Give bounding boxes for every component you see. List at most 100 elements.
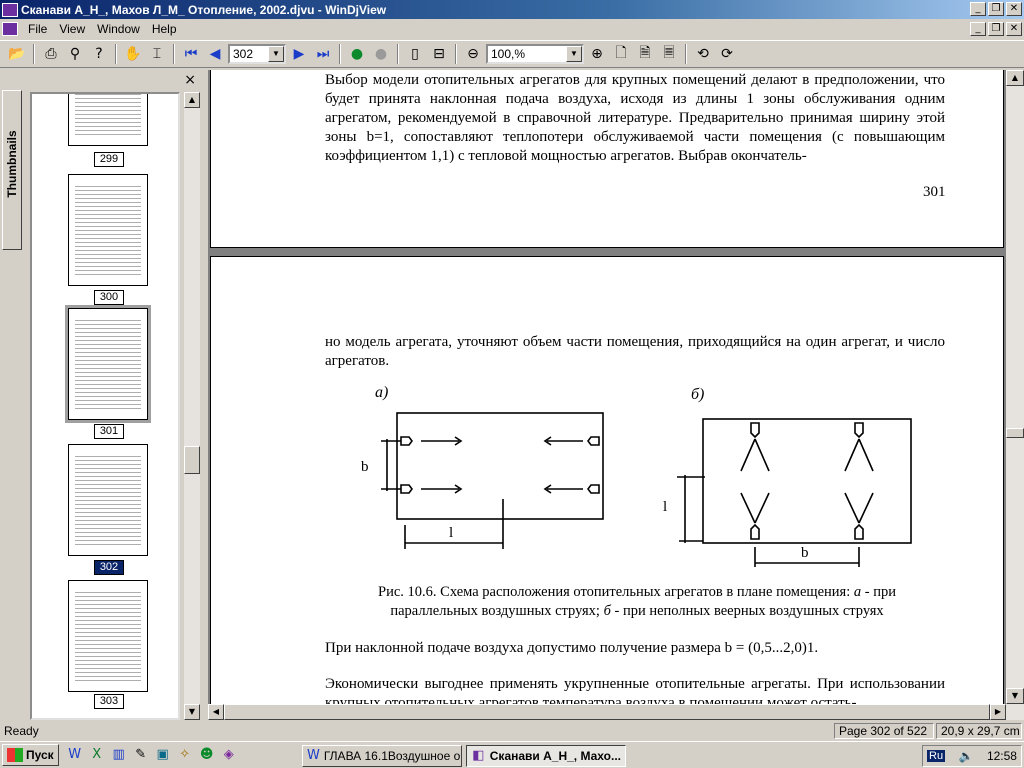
select-tool-icon[interactable]: ⌶ bbox=[146, 43, 168, 65]
clock[interactable]: 12:58 bbox=[987, 749, 1017, 763]
system-tray: Ru 🔈 12:58 bbox=[922, 745, 1022, 767]
scroll-right-icon[interactable]: ▶ bbox=[990, 704, 1006, 720]
graphics-icon[interactable]: ◈ bbox=[221, 747, 237, 763]
scroll-thumb[interactable] bbox=[1006, 428, 1024, 438]
thumbnail-label-selected[interactable]: 302 bbox=[94, 560, 124, 575]
scroll-down-icon[interactable]: ▼ bbox=[1006, 688, 1024, 704]
caption-suffix: - при неполных веерных воздушных струях bbox=[610, 603, 884, 619]
find-icon[interactable]: ⚲ bbox=[64, 43, 86, 65]
fit-width-icon[interactable]: 🗎 bbox=[634, 43, 656, 65]
word-icon[interactable]: W bbox=[67, 747, 83, 763]
media-icon[interactable]: ▣ bbox=[155, 747, 171, 763]
document-horizontal-scrollbar[interactable]: ◀ ▶ bbox=[208, 704, 1006, 720]
zoom-value: 100,% bbox=[491, 47, 526, 61]
task-windjview[interactable]: ◧ Сканави А_Н_, Махо... bbox=[466, 745, 626, 767]
help-icon[interactable]: ? bbox=[88, 43, 110, 65]
back-icon[interactable]: ● bbox=[346, 43, 368, 65]
chevron-down-icon[interactable]: ▼ bbox=[268, 46, 284, 62]
toolbar-separator bbox=[33, 44, 35, 64]
reader-icon[interactable]: ▥ bbox=[111, 747, 127, 763]
thumbnail-301[interactable] bbox=[65, 305, 151, 423]
thumbnail-text-lines bbox=[75, 94, 141, 137]
page-number: 301 bbox=[923, 184, 946, 200]
open-folder-icon[interactable]: 📂 bbox=[6, 43, 28, 65]
task-word-document[interactable]: W ГЛАВА 16.1Воздушное о... bbox=[302, 745, 462, 767]
last-page-icon[interactable]: ⏭ bbox=[312, 43, 334, 65]
rotate-left-icon[interactable]: ⟲ bbox=[692, 43, 714, 65]
thumbnails-panel: × 299 300 301 302 303 ▲ ▼ bbox=[24, 70, 204, 720]
menu-view[interactable]: View bbox=[53, 22, 91, 36]
document-page-301: Выбор модели отопительных агрегатов для … bbox=[210, 70, 1004, 248]
page-paragraph: но модель агрегата, уточняют объем части… bbox=[325, 334, 945, 369]
zoom-combo[interactable]: 100,% ▼ bbox=[486, 44, 584, 64]
tab-thumbnails[interactable]: Thumbnails bbox=[2, 90, 22, 250]
minimize-button[interactable]: _ bbox=[970, 2, 986, 16]
doc-restore-button[interactable]: ❐ bbox=[988, 22, 1004, 36]
forward-icon[interactable]: ● bbox=[370, 43, 392, 65]
fit-height-icon[interactable]: 🗏 bbox=[658, 43, 680, 65]
thumbnail-label[interactable]: 303 bbox=[94, 694, 124, 709]
figure-heater-layout: а) b l б) l b bbox=[361, 384, 912, 567]
doc-minimize-button[interactable]: _ bbox=[970, 22, 986, 36]
messenger-icon[interactable]: ☻ bbox=[199, 747, 215, 763]
thumbnail-302[interactable] bbox=[68, 444, 148, 556]
zoom-in-icon[interactable]: ⊕ bbox=[586, 43, 608, 65]
window-controls: _ ❐ ✕ bbox=[970, 2, 1022, 16]
page-paragraph: Выбор модели отопительных агрегатов для … bbox=[325, 72, 945, 164]
notepad-icon[interactable]: ✎ bbox=[133, 747, 149, 763]
language-indicator[interactable]: Ru bbox=[927, 750, 946, 762]
doc-close-button[interactable]: ✕ bbox=[1006, 22, 1022, 36]
scroll-thumb[interactable] bbox=[224, 704, 990, 720]
room-outline-a bbox=[396, 412, 604, 520]
print-icon[interactable]: ⎙ bbox=[40, 43, 62, 65]
start-button[interactable]: Пуск bbox=[2, 744, 59, 766]
thumbnail-text-lines bbox=[75, 183, 141, 277]
volume-icon[interactable]: 🔈 bbox=[959, 749, 974, 763]
next-page-icon[interactable]: ▶ bbox=[288, 43, 310, 65]
thumbnail-text-lines bbox=[75, 589, 141, 683]
thumbnail-label[interactable]: 301 bbox=[94, 424, 124, 439]
page-number-combo[interactable]: 302 ▼ bbox=[228, 44, 286, 64]
hand-tool-icon[interactable]: ✋ bbox=[122, 43, 144, 65]
thumbnail-label[interactable]: 299 bbox=[94, 152, 124, 167]
thumbnails-scrollbar[interactable]: ▲ ▼ bbox=[184, 92, 200, 720]
close-icon[interactable]: × bbox=[184, 72, 196, 88]
chevron-down-icon[interactable]: ▼ bbox=[566, 46, 582, 62]
dimension-b-label-a: b bbox=[361, 459, 369, 475]
fit-page-icon[interactable]: ⊟ bbox=[428, 43, 450, 65]
status-text: Ready bbox=[4, 724, 39, 738]
excel-icon[interactable]: X bbox=[89, 747, 105, 763]
page-paragraph: Экономически выгоднее применять укрупнен… bbox=[325, 676, 945, 704]
menu-help[interactable]: Help bbox=[146, 22, 183, 36]
windows-logo-icon bbox=[7, 748, 23, 762]
figure-a-label: а) bbox=[375, 384, 388, 401]
scroll-down-icon[interactable]: ▼ bbox=[184, 704, 200, 720]
first-page-icon[interactable]: ⏮ bbox=[180, 43, 202, 65]
rotate-right-icon[interactable]: ⟳ bbox=[716, 43, 738, 65]
restore-button[interactable]: ❐ bbox=[988, 2, 1004, 16]
thumbnail-label[interactable]: 300 bbox=[94, 290, 124, 305]
scroll-thumb[interactable] bbox=[184, 446, 200, 474]
figure-b-label: б) bbox=[691, 386, 704, 403]
scroll-up-icon[interactable]: ▲ bbox=[184, 92, 200, 108]
scroll-left-icon[interactable]: ◀ bbox=[208, 704, 224, 720]
dimension-l-a bbox=[404, 499, 504, 549]
tool-icon[interactable]: ✧ bbox=[177, 747, 193, 763]
menu-file[interactable]: File bbox=[22, 22, 53, 36]
thumbnail-300[interactable] bbox=[68, 174, 148, 286]
single-page-icon[interactable]: ▯ bbox=[404, 43, 426, 65]
menu-window[interactable]: Window bbox=[91, 22, 146, 36]
document-icon[interactable] bbox=[2, 21, 18, 36]
document-vertical-scrollbar[interactable]: ▲ ▼ bbox=[1006, 70, 1024, 720]
actual-size-icon[interactable]: 🗋 bbox=[610, 43, 632, 65]
air-stream-arrows bbox=[740, 438, 874, 524]
thumbnails-list[interactable]: 299 300 301 302 303 bbox=[30, 92, 180, 720]
document-view[interactable]: Выбор модели отопительных агрегатов для … bbox=[208, 70, 1006, 704]
zoom-out-icon[interactable]: ⊖ bbox=[462, 43, 484, 65]
scroll-up-icon[interactable]: ▲ bbox=[1006, 70, 1024, 86]
previous-page-icon[interactable]: ◀ bbox=[204, 43, 226, 65]
thumbnail-303[interactable] bbox=[68, 580, 148, 692]
toolbar-separator bbox=[339, 44, 341, 64]
thumbnail-299[interactable] bbox=[68, 94, 148, 146]
close-button[interactable]: ✕ bbox=[1006, 2, 1022, 16]
